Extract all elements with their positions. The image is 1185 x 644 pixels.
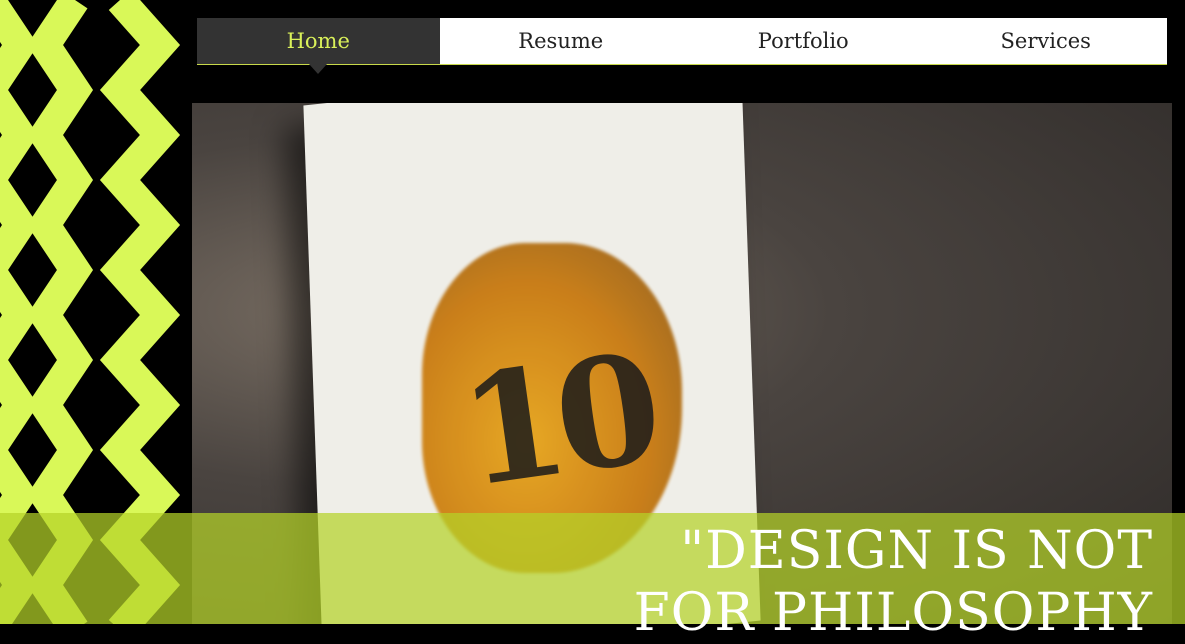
nav-item-portfolio[interactable]: Portfolio xyxy=(682,18,925,64)
hero-quote-line2: FOR PHILOSOPHY xyxy=(633,583,1153,643)
hero-logo-number: 10 xyxy=(450,320,663,522)
nav-item-services[interactable]: Services xyxy=(925,18,1168,64)
hero-quote-line1: "DESIGN IS NOT xyxy=(680,521,1153,581)
hero-quote: "DESIGN IS NOT FOR PHILOSOPHY xyxy=(634,520,1153,644)
main-nav: Home Resume Portfolio Services xyxy=(197,18,1168,74)
nav-item-resume[interactable]: Resume xyxy=(440,18,683,64)
nav-item-home[interactable]: Home xyxy=(197,18,440,74)
